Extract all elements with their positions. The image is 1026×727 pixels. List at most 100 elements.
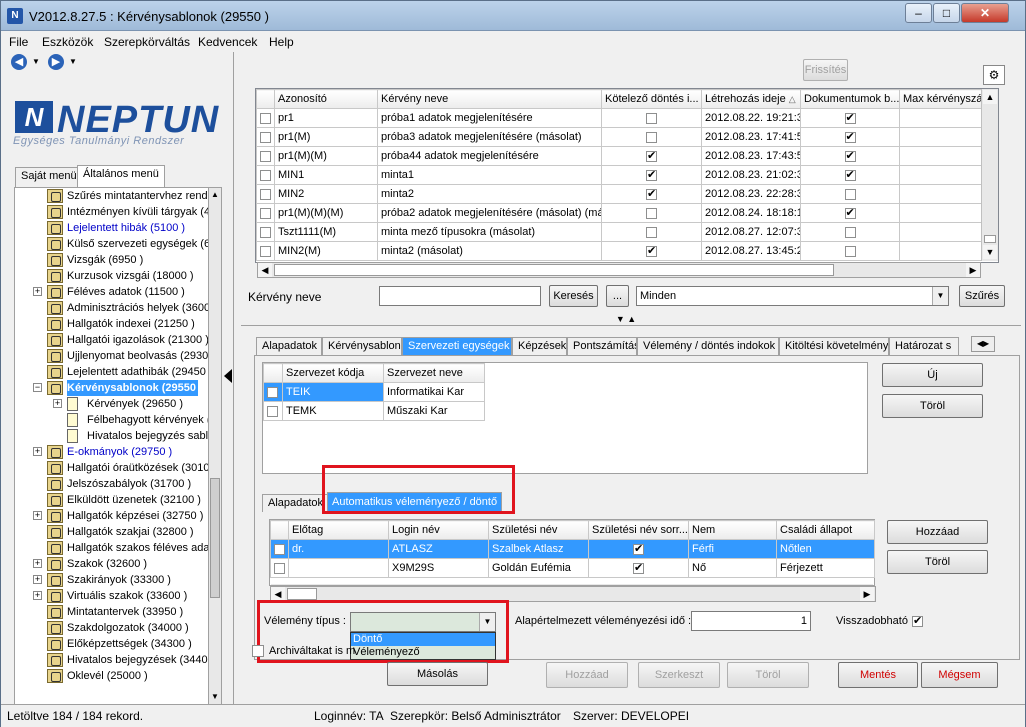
col-header-org-code[interactable]: Szervezet kódja: [282, 363, 384, 383]
tree-item[interactable]: Félbehagyott kérvények (: [15, 412, 221, 428]
tree-item[interactable]: Intézményen kívüli tárgyak (4: [15, 204, 221, 220]
detail-tab[interactable]: Képzések: [512, 337, 567, 355]
reviewer-row[interactable]: dr.ATLASZSzalbek Atlasz FérfiNőtlen: [270, 539, 875, 559]
detail-tab[interactable]: Szervezeti egységek: [402, 337, 512, 355]
table-row[interactable]: MIN1minta1 2012.08.23. 21:02:3: [256, 165, 998, 185]
row-selector[interactable]: [256, 203, 275, 223]
tree-item[interactable]: Jelszószabályok (31700 ): [15, 476, 221, 492]
row-checkbox[interactable]: [260, 188, 271, 200]
scroll-left-icon[interactable]: ◀: [258, 263, 272, 277]
detail-tab[interactable]: Kitöltési követelmény: [779, 337, 889, 355]
tree-item[interactable]: Elküldött üzenetek (32100 ): [15, 492, 221, 508]
delete-reviewer-button[interactable]: Töröl: [887, 550, 988, 574]
row-selector[interactable]: [270, 558, 289, 578]
edit-button[interactable]: Szerkeszt: [638, 662, 720, 688]
menu-help[interactable]: Help: [269, 35, 294, 49]
tree-item[interactable]: + E-okmányok (29750 ): [15, 444, 221, 460]
tab-scroll-arrows[interactable]: ◀▶: [971, 336, 995, 352]
expand-icon[interactable]: +: [53, 399, 62, 408]
detail-tab[interactable]: Pontszámítás: [567, 337, 637, 355]
tree-item[interactable]: Kurzusok vizsgái (18000 ): [15, 268, 221, 284]
tree-scroll-thumb[interactable]: [210, 478, 220, 598]
detail-tab[interactable]: Kérvénysablon: [322, 337, 402, 355]
tree-item[interactable]: Vizsgák (6950 ): [15, 252, 221, 268]
scroll-down-icon[interactable]: ▼: [209, 690, 221, 704]
grid-vertical-scrollbar[interactable]: ▲ ▼: [981, 89, 998, 261]
expand-icon[interactable]: +: [33, 559, 42, 568]
archive-checkbox[interactable]: [252, 645, 264, 657]
ellipsis-button[interactable]: ...: [606, 285, 629, 307]
filter-button[interactable]: Szűrés: [959, 285, 1005, 307]
row-selector[interactable]: [256, 222, 275, 242]
tree-item[interactable]: + Féléves adatok (11500 ): [15, 284, 221, 300]
tree-item[interactable]: Mintatantervek (33950 ): [15, 604, 221, 620]
tree-item[interactable]: Hallgatók indexei (21250 ): [15, 316, 221, 332]
tree-item[interactable]: Oklevél (25000 ): [15, 668, 221, 684]
row-selector[interactable]: [270, 539, 289, 559]
tree-item[interactable]: Hallgatók szakjai (32800 ): [15, 524, 221, 540]
table-row[interactable]: pr1(M) próba3 adatok megjelenítésére (más…: [256, 127, 998, 147]
col-header-docs[interactable]: Dokumentumok b...: [800, 89, 900, 109]
chevron-down-icon[interactable]: ▼: [932, 287, 948, 305]
row-selector[interactable]: [256, 146, 275, 166]
tree-item[interactable]: Adminisztrációs helyek (3600: [15, 300, 221, 316]
add-button[interactable]: Hozzáad: [546, 662, 628, 688]
tab-scroll-right-icon[interactable]: ▶: [983, 339, 989, 348]
reviewer-row[interactable]: X9M29SGoldán Eufémia NőFérjezett: [270, 558, 875, 578]
tree-item[interactable]: Hallgatók szakos féléves ada: [15, 540, 221, 556]
subtab-basic-data[interactable]: Alapadatok: [262, 494, 330, 512]
collapse-icon[interactable]: −: [33, 383, 42, 392]
grid-hscroll-thumb[interactable]: [274, 264, 834, 276]
col-header-required[interactable]: Kötelező döntés i...: [601, 89, 702, 109]
arrow-down-icon[interactable]: ▼: [616, 314, 625, 324]
row-checkbox[interactable]: [267, 386, 278, 398]
row-selector[interactable]: [263, 382, 283, 402]
row-selector[interactable]: [256, 184, 275, 204]
table-row[interactable]: pr1 próba1 adatok megjelenítésére 2012.08.…: [256, 108, 998, 128]
add-reviewer-button[interactable]: Hozzáad: [887, 520, 988, 544]
back-arrow-icon[interactable]: ◀: [11, 54, 27, 70]
row-checkbox[interactable]: [260, 226, 271, 238]
row-checkbox[interactable]: [260, 112, 271, 124]
refresh-button[interactable]: Frissítés: [803, 59, 848, 81]
scroll-right-icon[interactable]: ▶: [966, 263, 980, 277]
col-header-name-order[interactable]: Születési név sorr...: [588, 520, 689, 540]
tree-item[interactable]: + Szakok (32600 ): [15, 556, 221, 572]
menu-file[interactable]: File: [9, 35, 28, 49]
expand-icon[interactable]: +: [33, 591, 42, 600]
copy-button[interactable]: Másolás: [387, 662, 488, 686]
request-name-input[interactable]: [379, 286, 541, 306]
expand-icon[interactable]: +: [33, 511, 42, 520]
scroll-down-icon[interactable]: ▼: [983, 245, 997, 259]
filter-dropdown[interactable]: Minden ▼: [636, 286, 949, 306]
tree-item[interactable]: Szűrés mintatantervhez rende: [15, 188, 221, 204]
search-button[interactable]: Keresés: [549, 285, 598, 307]
row-selector[interactable]: [256, 108, 275, 128]
table-row[interactable]: MIN2minta2 2012.08.23. 22:28:3: [256, 184, 998, 204]
collapse-panel-button[interactable]: [222, 361, 234, 391]
table-row[interactable]: Tszt1111(M) minta mező típusokra (másolat…: [256, 222, 998, 242]
row-selector[interactable]: [256, 165, 275, 185]
tree-item[interactable]: + Hallgatók képzései (32750 ): [15, 508, 221, 524]
tree-item[interactable]: Szakdolgozatok (34000 ): [15, 620, 221, 636]
row-checkbox[interactable]: [260, 169, 271, 181]
tree-item[interactable]: + Virtuális szakok (33600 ): [15, 588, 221, 604]
menu-role-switch[interactable]: Szerepkörváltás: [104, 35, 190, 49]
tree-item[interactable]: − Kérvénysablonok (29550: [15, 380, 221, 396]
cancel-button[interactable]: Mégsem: [921, 662, 998, 688]
detail-tab[interactable]: Alapadatok: [256, 337, 322, 355]
table-row[interactable]: MIN2(M)minta2 (másolat) 2012.08.27. 13:45…: [256, 241, 998, 261]
default-time-input[interactable]: 1: [691, 611, 811, 631]
tree-item[interactable]: Lejelentett adathibák (29450: [15, 364, 221, 380]
splitter-arrows[interactable]: ▼ ▲: [601, 314, 651, 324]
col-header-login[interactable]: Login név: [388, 520, 489, 540]
col-header-prefix[interactable]: Előtag: [288, 520, 389, 540]
detail-tab[interactable]: Vélemény / döntés indokok: [637, 337, 779, 355]
col-header-birth-name[interactable]: Születési név: [488, 520, 589, 540]
row-checkbox[interactable]: [267, 405, 278, 417]
row-checkbox[interactable]: [274, 543, 285, 555]
tree-item[interactable]: Előképzettségek (34300 ): [15, 636, 221, 652]
org-row[interactable]: TEIK Informatikai Kar: [263, 382, 485, 402]
new-org-button[interactable]: Új: [882, 363, 983, 387]
scroll-right-icon[interactable]: ▶: [860, 587, 874, 601]
